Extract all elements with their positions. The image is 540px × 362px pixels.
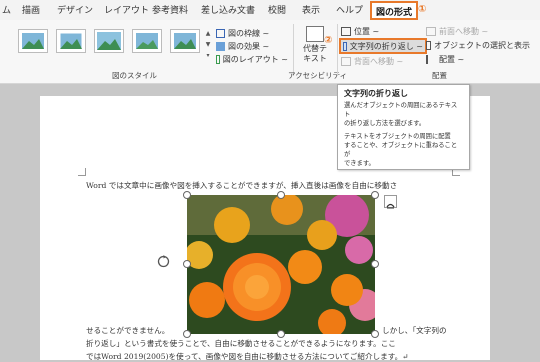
document-text-line[interactable]: 折り返し」という書式を使うことで、自由に移動させることができるようになります。こ… <box>86 338 396 349</box>
resize-handle-left[interactable] <box>183 260 191 268</box>
tab-draw[interactable]: 描画 <box>22 3 40 16</box>
style-thumb-5[interactable] <box>170 29 200 53</box>
tab-view[interactable]: 表示 <box>302 3 320 16</box>
callout-two: ② <box>324 35 333 46</box>
bring-forward-icon <box>426 26 436 36</box>
resize-handle-top-left[interactable] <box>183 191 191 199</box>
tab-design[interactable]: デザイン <box>57 3 93 16</box>
tab-mailings[interactable]: 差し込み文書 <box>201 3 255 16</box>
picture-border-button[interactable]: 図の枠線 ~ <box>216 27 288 40</box>
arrange-column-2: 前面へ移動 ~ オブジェクトの選択と表示 配置 ~ <box>426 24 530 66</box>
more-icon[interactable]: ▾ <box>203 50 213 61</box>
layout-icon <box>216 55 220 64</box>
alt-text-icon <box>306 26 324 42</box>
group-separator <box>293 24 294 76</box>
picture-styles-gallery <box>18 29 208 62</box>
chevron-up-icon[interactable]: ▲ <box>203 28 213 39</box>
gallery-scroll[interactable]: ▲ ▼ ▾ <box>203 28 213 62</box>
position-button[interactable]: 位置 ~ <box>341 24 427 38</box>
selection-pane-button[interactable]: オブジェクトの選択と表示 <box>426 38 530 52</box>
picture-layout-button[interactable]: 図のレイアウト ~ <box>216 53 288 66</box>
style-thumb-2[interactable] <box>56 29 86 53</box>
tooltip-title: 文字列の折り返し <box>344 89 408 98</box>
tooltip-description: 選んだオブジェクトの周囲にあるテキスト の折り返し方法を選びます。 <box>344 102 458 127</box>
tooltip-detail: テキストをオブジェクトの周囲に配置 することや、オブジェクトに重ねることが でき… <box>344 133 458 167</box>
document-text-line[interactable]: しかし、「文字列の <box>382 325 447 336</box>
border-icon <box>216 29 225 38</box>
tab-picture-format[interactable]: 図の形式 <box>370 1 419 20</box>
callout-one: ① <box>418 4 427 15</box>
align-button[interactable]: 配置 ~ <box>426 52 530 66</box>
document-text-line[interactable]: ではWord 2019(2005)を使って、画像や図を自由に移動させる方法につい… <box>86 351 409 362</box>
tab-help[interactable]: ヘルプ <box>336 3 363 16</box>
layout-options-button[interactable] <box>384 195 397 209</box>
tab-references[interactable]: 参考資料 <box>152 3 188 16</box>
arrange-column-1: 位置 ~ 文字列の折り返し ~ 背面へ移動 ~ <box>339 24 427 68</box>
bring-forward-button[interactable]: 前面へ移動 ~ <box>426 24 530 38</box>
resize-handle-bottom[interactable] <box>277 330 285 338</box>
layout-options-icon <box>386 203 395 209</box>
group-label-arrange: 配置 <box>432 71 447 80</box>
group-label-accessibility: アクセシビリティ <box>288 71 348 80</box>
picture-effects-button[interactable]: 図の効果 ~ <box>216 40 288 53</box>
wrap-text-tooltip: 文字列の折り返し 選んだオブジェクトの周囲にあるテキスト の折り返し方法を選びま… <box>337 84 470 170</box>
resize-handle-top[interactable] <box>277 191 285 199</box>
resize-handle-bottom-right[interactable] <box>371 330 379 338</box>
marigold-photo[interactable] <box>187 195 375 334</box>
tab-partial[interactable]: ム <box>2 3 11 16</box>
ribbon: ▲ ▼ ▾ 図の枠線 ~ 図の効果 ~ 図のレイアウト ~ 図のスタイル 代替テ… <box>0 20 540 84</box>
document-text-line[interactable]: Word では文章中に画像や図を挿入することができますが、挿入直後は画像を自由に… <box>86 180 397 191</box>
crop-mark-left <box>78 168 86 176</box>
tab-layout[interactable]: レイアウト <box>104 3 149 16</box>
align-icon <box>426 54 436 64</box>
group-label-picture-styles: 図のスタイル <box>112 71 157 80</box>
chevron-down-icon[interactable]: ▼ <box>203 39 213 50</box>
ribbon-tab-bar: ム 描画 デザイン レイアウト 参考資料 差し込み文書 校閲 表示 ヘルプ 図の… <box>0 0 540 20</box>
style-thumb-3[interactable] <box>94 29 124 53</box>
document-text-line[interactable]: せることができません。 <box>86 325 169 336</box>
style-thumb-4[interactable] <box>132 29 162 53</box>
send-backward-button[interactable]: 背面へ移動 ~ <box>341 54 427 68</box>
tab-review[interactable]: 校閲 <box>268 3 286 16</box>
send-backward-icon <box>341 56 351 66</box>
resize-handle-top-right[interactable] <box>371 191 379 199</box>
group-separator <box>337 24 338 76</box>
rotate-handle-icon[interactable] <box>156 254 171 269</box>
position-icon <box>341 26 351 36</box>
effects-icon <box>216 42 225 51</box>
wrap-text-icon <box>343 41 347 51</box>
wrap-text-button[interactable]: 文字列の折り返し ~ <box>339 38 427 54</box>
resize-handle-right[interactable] <box>371 260 379 268</box>
style-thumb-1[interactable] <box>18 29 48 53</box>
selection-pane-icon <box>426 40 431 50</box>
resize-handle-bottom-left[interactable] <box>183 330 191 338</box>
picture-style-commands: 図の枠線 ~ 図の効果 ~ 図のレイアウト ~ <box>216 27 288 66</box>
